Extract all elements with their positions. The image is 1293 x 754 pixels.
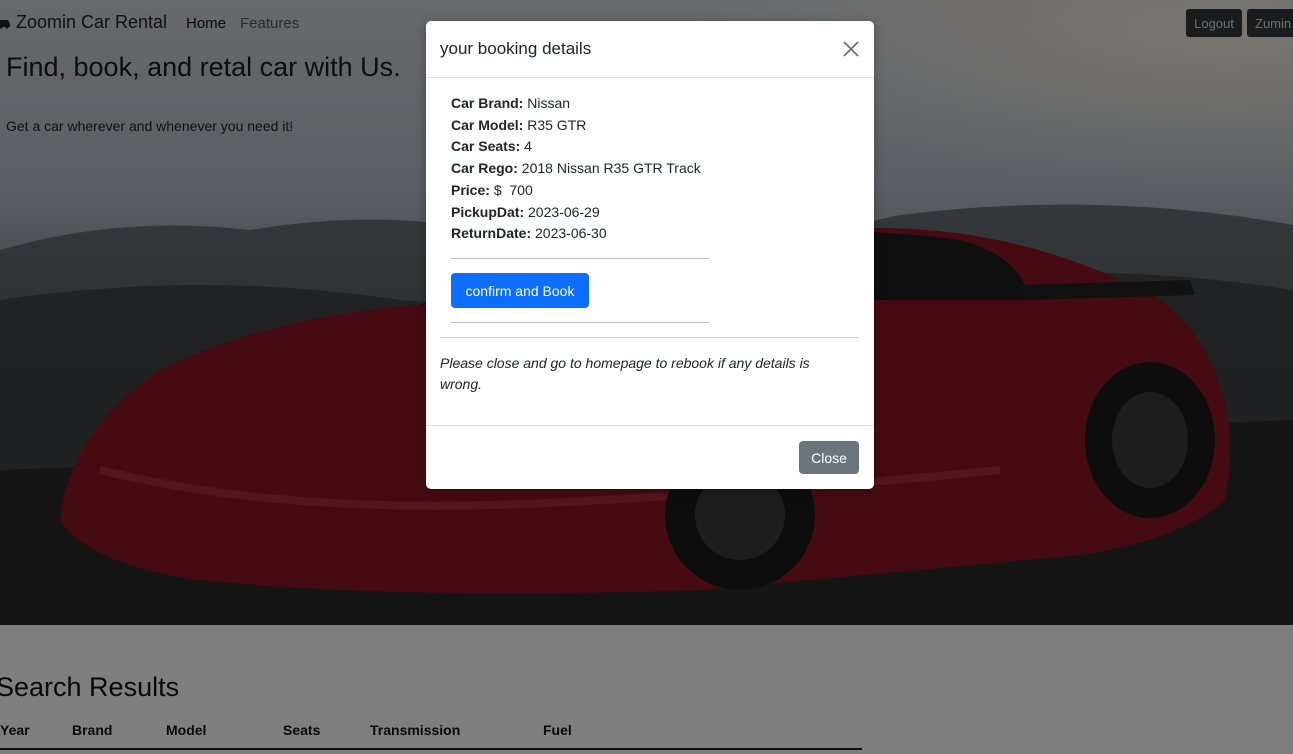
detail-value: 2023-06-29 xyxy=(528,203,600,220)
detail-label: ReturnDate: xyxy=(451,225,532,242)
detail-row-model: Car Model: R35 GTR xyxy=(451,115,701,137)
detail-row-rego: Car Rego: 2018 Nissan R35 GTR Track xyxy=(451,158,701,180)
detail-row-return: ReturnDate: 2023-06-30 xyxy=(451,223,701,245)
detail-value: 2023-06-30 xyxy=(535,225,607,242)
booking-details: Car Brand: Nissan Car Model: R35 GTR Car… xyxy=(451,93,701,245)
detail-row-pickup: PickupDat: 2023-06-29 xyxy=(451,202,701,224)
detail-row-brand: Car Brand: Nissan xyxy=(451,93,701,115)
rebook-note: Please close and go to homepage to reboo… xyxy=(440,355,810,392)
detail-label: PickupDat: xyxy=(451,203,525,220)
divider xyxy=(451,322,709,323)
confirm-and-book-button[interactable]: confirm and Book xyxy=(451,273,589,308)
divider xyxy=(440,337,859,338)
detail-label: Car Brand: xyxy=(451,95,524,111)
detail-label: Price: xyxy=(451,181,490,198)
booking-modal: your booking details Car Brand: Nissan C… xyxy=(426,21,874,489)
close-icon[interactable] xyxy=(842,40,860,58)
modal-footer: Close xyxy=(426,425,874,489)
detail-value: 2018 Nissan R35 GTR Track xyxy=(521,160,701,177)
detail-row-price: Price: $ 700 xyxy=(451,180,701,202)
detail-value: 4 xyxy=(524,138,532,155)
detail-label: Car Rego: xyxy=(451,160,518,177)
modal-title: your booking details xyxy=(440,39,592,58)
detail-value: R35 GTR xyxy=(527,116,587,133)
detail-label: Car Seats: xyxy=(451,138,521,155)
detail-value: Nissan xyxy=(527,95,571,111)
divider xyxy=(451,258,709,259)
detail-label: Car Model: xyxy=(451,116,524,133)
close-button[interactable]: Close xyxy=(799,441,859,474)
modal-header: your booking details xyxy=(426,21,874,78)
detail-value: $ 700 xyxy=(493,181,533,198)
detail-row-seats: Car Seats: 4 xyxy=(451,136,701,158)
